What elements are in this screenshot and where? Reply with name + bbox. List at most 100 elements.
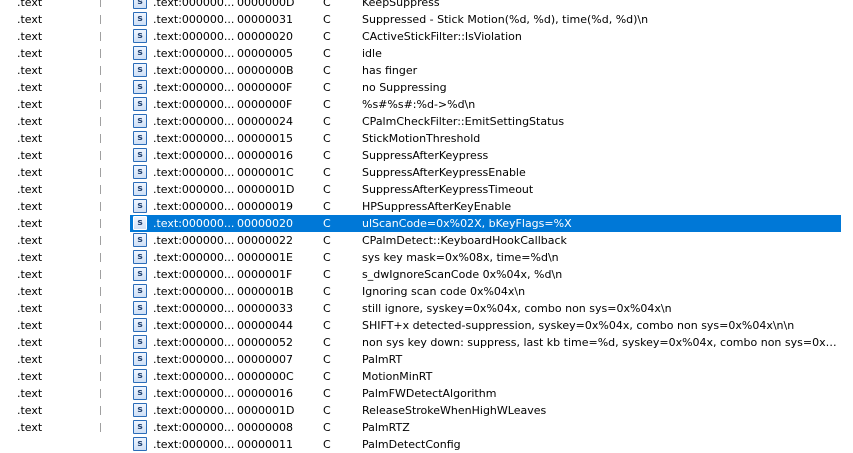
segment-row[interactable]: .text bbox=[0, 385, 110, 402]
type-cell: C bbox=[323, 302, 331, 315]
segment-row[interactable]: .text bbox=[0, 300, 110, 317]
segment-row[interactable]: .text bbox=[0, 147, 110, 164]
segment-label: .text bbox=[17, 268, 43, 281]
table-row[interactable]: s .text:000000... 00000008 C PalmRTZ bbox=[130, 419, 841, 436]
segment-row[interactable]: .text bbox=[0, 0, 110, 11]
string-cell: Ignoring scan code 0x%04x\n bbox=[362, 285, 526, 298]
string-cell: no Suppressing bbox=[362, 81, 447, 94]
string-cell: idle bbox=[362, 47, 382, 60]
table-row[interactable]: s .text:000000... 00000033 Cstill ignore, s… bbox=[130, 300, 841, 317]
segment-row[interactable]: .text bbox=[0, 45, 110, 62]
segment-label: .text bbox=[17, 251, 43, 264]
segment-label: .text bbox=[17, 285, 43, 298]
column-divider bbox=[100, 321, 101, 330]
column-divider bbox=[100, 389, 101, 398]
string-item-icon: s bbox=[133, 233, 147, 247]
segment-row[interactable]: .text bbox=[0, 232, 110, 249]
segment-row[interactable]: .text bbox=[0, 402, 110, 419]
length-cell: 0000000F bbox=[237, 98, 293, 111]
segment-row[interactable]: .text bbox=[0, 266, 110, 283]
string-item-icon: s bbox=[133, 131, 147, 145]
table-row[interactable]: s .text:000000... 00000015 C StickMotionThre… bbox=[130, 130, 841, 147]
segment-row[interactable]: .text bbox=[0, 419, 110, 436]
column-divider bbox=[100, 83, 101, 92]
string-cell: PalmRTZ bbox=[362, 421, 410, 434]
table-row[interactable]: s .text:000000... 00000052 Cnon sys key dow… bbox=[130, 334, 841, 351]
segment-row[interactable]: .text bbox=[0, 317, 110, 334]
string-cell: SHIFT+x detected-suppression, syskey=0x%… bbox=[362, 319, 795, 332]
segment-row[interactable]: .text bbox=[0, 215, 110, 232]
length-cell: 00000020 bbox=[237, 217, 293, 230]
table-row[interactable]: s .text:000000... 0000001F Cs_dwIgnoreScanC… bbox=[130, 266, 841, 283]
segment-label: .text bbox=[17, 217, 43, 230]
segment-row[interactable]: .text bbox=[0, 368, 110, 385]
segment-label: .text bbox=[17, 336, 43, 349]
table-row[interactable]: s .text:000000... 00000007 C PalmRT bbox=[130, 351, 841, 368]
table-row[interactable]: s .text:000000... 00000044 C SHIFT+x detecte… bbox=[130, 317, 841, 334]
table-row[interactable]: s .text:000000... 0000000B Chas finger bbox=[130, 62, 841, 79]
length-cell: 00000052 bbox=[237, 336, 293, 349]
table-row[interactable]: s .text:000000... 0000001D C ReleaseStrokeWh… bbox=[130, 402, 841, 419]
segment-row[interactable]: .text bbox=[0, 351, 110, 368]
column-divider bbox=[100, 202, 101, 211]
segment-label: .text bbox=[17, 319, 43, 332]
segment-row[interactable]: .text bbox=[0, 198, 110, 215]
length-cell: 00000031 bbox=[237, 13, 293, 26]
column-divider bbox=[100, 49, 101, 58]
type-cell: C bbox=[323, 0, 331, 9]
segment-label: .text bbox=[17, 13, 43, 26]
segment-row[interactable]: .text bbox=[0, 181, 110, 198]
column-divider bbox=[100, 253, 101, 262]
segment-label: .text bbox=[17, 0, 43, 9]
table-row[interactable]: s .text:000000... 0000000F C %s#%s#:%d->%d\n bbox=[130, 96, 841, 113]
column-divider bbox=[100, 100, 101, 109]
table-row[interactable]: s .text:000000... 0000000F Cno Suppressing bbox=[130, 79, 841, 96]
column-divider bbox=[100, 304, 101, 313]
segment-row[interactable]: .text bbox=[0, 62, 110, 79]
string-cell: has finger bbox=[362, 64, 418, 77]
type-cell: C bbox=[323, 370, 331, 383]
table-row-selected[interactable]: s .text:000000... 00000020 CulScanCode=0x%0… bbox=[130, 215, 841, 232]
length-cell: 00000015 bbox=[237, 132, 293, 145]
length-cell: 0000000F bbox=[237, 81, 293, 94]
string-item-icon: s bbox=[133, 114, 147, 128]
type-cell: C bbox=[323, 404, 331, 417]
table-row[interactable]: s .text:000000... 00000005 Cidle bbox=[130, 45, 841, 62]
column-divider bbox=[100, 423, 101, 432]
segment-row[interactable]: .text bbox=[0, 334, 110, 351]
segment-label: .text bbox=[17, 30, 43, 43]
string-cell: ulScanCode=0x%02X, bKeyFlags=%X bbox=[362, 217, 572, 230]
segment-row[interactable]: .text bbox=[0, 130, 110, 147]
table-row[interactable]: s .text:000000... 00000022 C CPalmDetect::Ke… bbox=[130, 232, 841, 249]
segment-row[interactable]: .text bbox=[0, 11, 110, 28]
string-item-icon: s bbox=[133, 386, 147, 400]
segment-row[interactable]: .text bbox=[0, 113, 110, 130]
segment-row[interactable]: .text bbox=[0, 28, 110, 45]
table-row[interactable]: s .text:000000... 0000001D C SuppressAfterKe… bbox=[130, 181, 841, 198]
table-row[interactable]: s .text:000000... 00000031 C Suppressed - St… bbox=[130, 11, 841, 28]
segment-row[interactable]: .text bbox=[0, 164, 110, 181]
string-cell: CActiveStickFilter::IsViolation bbox=[362, 30, 522, 43]
string-item-icon: s bbox=[133, 97, 147, 111]
table-row[interactable]: s .text:000000... 00000024 C CPalmCheckFilte… bbox=[130, 113, 841, 130]
segment-row[interactable]: .text bbox=[0, 96, 110, 113]
segment-row[interactable]: .text bbox=[0, 79, 110, 96]
table-row[interactable]: s .text:000000... 00000019 C HPSuppressAfter… bbox=[130, 198, 841, 215]
table-row[interactable]: s .text:000000... 0000001E Csys key mask=0x… bbox=[130, 249, 841, 266]
segment-row[interactable]: .text bbox=[0, 249, 110, 266]
table-row[interactable]: s .text:000000... 00000020 C CActiveStickFil… bbox=[130, 28, 841, 45]
type-cell: C bbox=[323, 217, 331, 230]
segment-label: .text bbox=[17, 421, 43, 434]
column-divider bbox=[100, 338, 101, 347]
string-item-icon: s bbox=[133, 216, 147, 230]
type-cell: C bbox=[323, 149, 331, 162]
string-item-icon: s bbox=[133, 182, 147, 196]
table-row[interactable]: s .text:000000... 0000000C C MotionMinRT bbox=[130, 368, 841, 385]
table-row[interactable]: s .text:000000... 00000016 C SuppressAfterKe… bbox=[130, 147, 841, 164]
table-row[interactable]: s .text:000000... 00000016 C PalmFWDetectAlg… bbox=[130, 385, 841, 402]
table-row[interactable]: s .text:000000... 0000001C C SuppressAfterKe… bbox=[130, 164, 841, 181]
table-row[interactable]: s .text:000000... 0000001B C Ignoring scan c… bbox=[130, 283, 841, 300]
type-cell: C bbox=[323, 319, 331, 332]
table-row[interactable]: s .text:000000... 0000000D C KeepSuppress bbox=[130, 0, 841, 11]
segment-row[interactable]: .text bbox=[0, 283, 110, 300]
